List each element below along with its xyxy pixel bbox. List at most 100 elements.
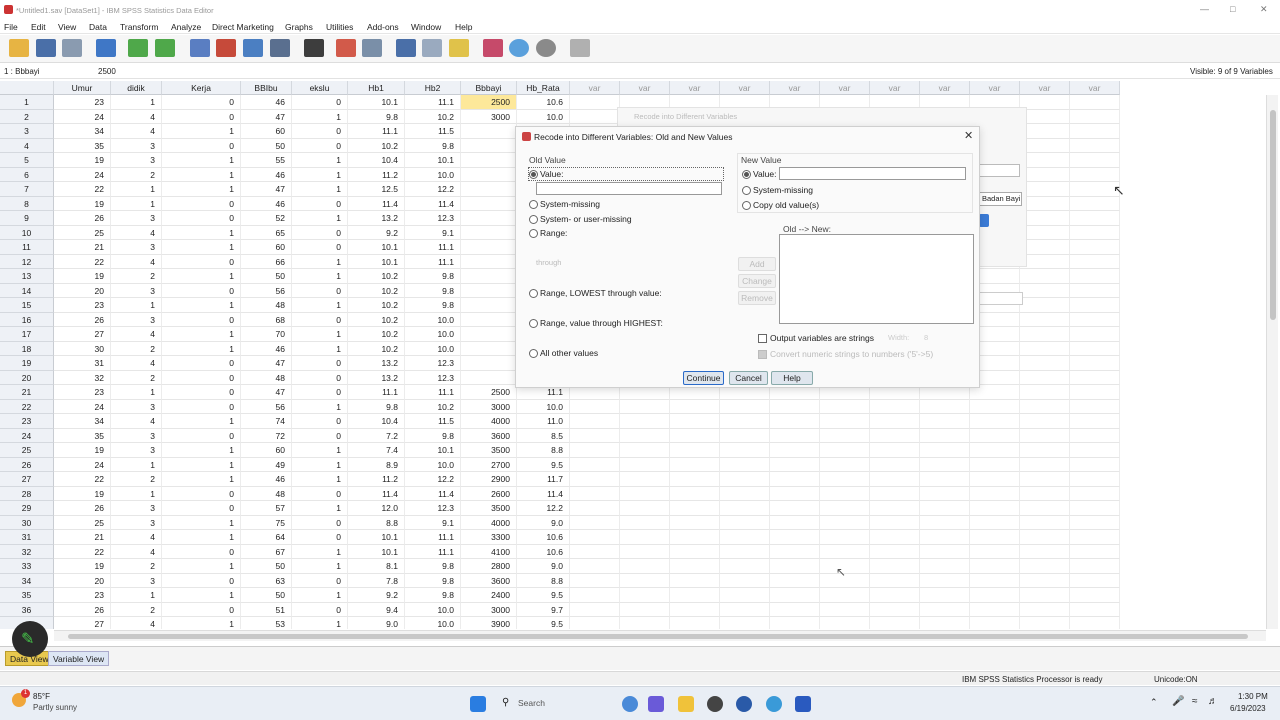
table-cell[interactable] xyxy=(870,530,920,545)
table-cell[interactable] xyxy=(870,399,920,414)
table-cell[interactable]: 26 xyxy=(54,602,111,617)
table-cell[interactable]: 10.2 xyxy=(405,399,461,414)
table-cell[interactable] xyxy=(970,515,1020,530)
table-cell[interactable]: 11.2 xyxy=(348,167,405,182)
table-cell[interactable]: 11.4 xyxy=(517,486,570,501)
table-cell[interactable]: 0 xyxy=(292,240,348,255)
menu-data[interactable]: Data xyxy=(89,22,107,32)
table-cell[interactable]: 22 xyxy=(54,472,111,487)
row-header[interactable]: 29 xyxy=(0,501,54,516)
teams-icon[interactable] xyxy=(648,696,664,712)
word-icon[interactable] xyxy=(795,696,811,712)
column-header[interactable]: var xyxy=(1020,81,1070,95)
table-cell[interactable]: 20 xyxy=(54,573,111,588)
old-system-missing-radio[interactable]: System-missing xyxy=(529,198,600,210)
table-cell[interactable] xyxy=(670,457,720,472)
table-cell[interactable]: 48 xyxy=(241,486,292,501)
table-cell[interactable] xyxy=(461,327,517,342)
table-cell[interactable] xyxy=(770,399,820,414)
range-highest-radio[interactable]: Range, value through HIGHEST: xyxy=(529,317,663,329)
new-value-radio[interactable]: Value: xyxy=(742,168,776,180)
row-header[interactable]: 30 xyxy=(0,515,54,530)
table-cell[interactable]: 3 xyxy=(111,399,162,414)
table-cell[interactable] xyxy=(1070,617,1120,629)
table-cell[interactable] xyxy=(920,399,970,414)
table-cell[interactable]: 0 xyxy=(292,573,348,588)
table-cell[interactable]: 13.2 xyxy=(348,356,405,371)
table-cell[interactable] xyxy=(1020,356,1070,371)
row-header[interactable]: 31 xyxy=(0,530,54,545)
table-cell[interactable] xyxy=(620,530,670,545)
table-cell[interactable]: 23 xyxy=(54,588,111,603)
table-cell[interactable]: 23 xyxy=(54,298,111,313)
table-cell[interactable]: 1 xyxy=(292,211,348,226)
table-cell[interactable] xyxy=(620,399,670,414)
column-header[interactable]: var xyxy=(970,81,1020,95)
table-cell[interactable] xyxy=(570,472,620,487)
table-cell[interactable] xyxy=(620,617,670,629)
cell-value-input[interactable]: 2500 xyxy=(98,67,116,76)
menu-edit[interactable]: Edit xyxy=(31,22,46,32)
table-cell[interactable]: 24 xyxy=(54,167,111,182)
table-cell[interactable]: 10.2 xyxy=(405,109,461,124)
output-strings-checkbox[interactable]: Output variables are strings xyxy=(758,332,874,344)
table-cell[interactable] xyxy=(670,472,720,487)
table-cell[interactable]: 12.3 xyxy=(405,370,461,385)
table-cell[interactable]: 8.9 xyxy=(348,457,405,472)
table-cell[interactable]: 4 xyxy=(111,327,162,342)
table-cell[interactable]: 0 xyxy=(292,356,348,371)
table-cell[interactable]: 1 xyxy=(292,501,348,516)
table-cell[interactable]: 13.2 xyxy=(348,370,405,385)
table-cell[interactable]: 0 xyxy=(162,283,241,298)
table-cell[interactable] xyxy=(820,501,870,516)
table-cell[interactable]: 1 xyxy=(162,414,241,429)
row-header[interactable]: 21 xyxy=(0,385,54,400)
table-cell[interactable]: 9.8 xyxy=(405,559,461,574)
table-cell[interactable]: 9.0 xyxy=(348,617,405,629)
table-cell[interactable]: 10.2 xyxy=(348,298,405,313)
table-cell[interactable] xyxy=(770,457,820,472)
table-cell[interactable] xyxy=(1020,588,1070,603)
table-cell[interactable]: 32 xyxy=(54,370,111,385)
remove-button[interactable]: Remove xyxy=(738,291,776,305)
menu-direct-marketing[interactable]: Direct Marketing xyxy=(212,22,274,32)
table-cell[interactable]: 3 xyxy=(111,211,162,226)
table-cell[interactable] xyxy=(920,501,970,516)
table-cell[interactable] xyxy=(970,573,1020,588)
table-cell[interactable] xyxy=(820,414,870,429)
table-cell[interactable]: 1 xyxy=(162,124,241,139)
table-cell[interactable]: 1 xyxy=(162,167,241,182)
table-cell[interactable] xyxy=(720,399,770,414)
table-cell[interactable] xyxy=(720,472,770,487)
table-cell[interactable] xyxy=(920,588,970,603)
row-header[interactable]: 5 xyxy=(0,153,54,168)
table-cell[interactable] xyxy=(461,240,517,255)
table-cell[interactable]: 10.0 xyxy=(405,457,461,472)
table-cell[interactable] xyxy=(1070,109,1120,124)
table-cell[interactable] xyxy=(1020,399,1070,414)
row-header[interactable]: 13 xyxy=(0,269,54,284)
system-or-user-missing-radio[interactable]: System- or user-missing xyxy=(529,213,632,225)
table-cell[interactable] xyxy=(770,414,820,429)
table-cell[interactable]: 19 xyxy=(54,153,111,168)
column-header[interactable]: var xyxy=(620,81,670,95)
table-cell[interactable]: 1 xyxy=(292,443,348,458)
table-cell[interactable] xyxy=(970,486,1020,501)
table-cell[interactable] xyxy=(620,501,670,516)
table-cell[interactable] xyxy=(1020,428,1070,443)
table-cell[interactable]: 0 xyxy=(162,356,241,371)
table-cell[interactable] xyxy=(670,530,720,545)
table-cell[interactable]: 35 xyxy=(54,428,111,443)
row-header[interactable]: 32 xyxy=(0,544,54,559)
table-cell[interactable]: 12.2 xyxy=(517,501,570,516)
table-cell[interactable]: 12.3 xyxy=(405,211,461,226)
table-cell[interactable] xyxy=(1070,414,1120,429)
table-cell[interactable]: 1 xyxy=(292,472,348,487)
table-cell[interactable] xyxy=(970,602,1020,617)
row-header[interactable]: 18 xyxy=(0,341,54,356)
table-cell[interactable] xyxy=(820,544,870,559)
table-cell[interactable] xyxy=(1070,269,1120,284)
table-cell[interactable]: 1 xyxy=(162,443,241,458)
table-cell[interactable]: 75 xyxy=(241,515,292,530)
table-cell[interactable] xyxy=(870,515,920,530)
